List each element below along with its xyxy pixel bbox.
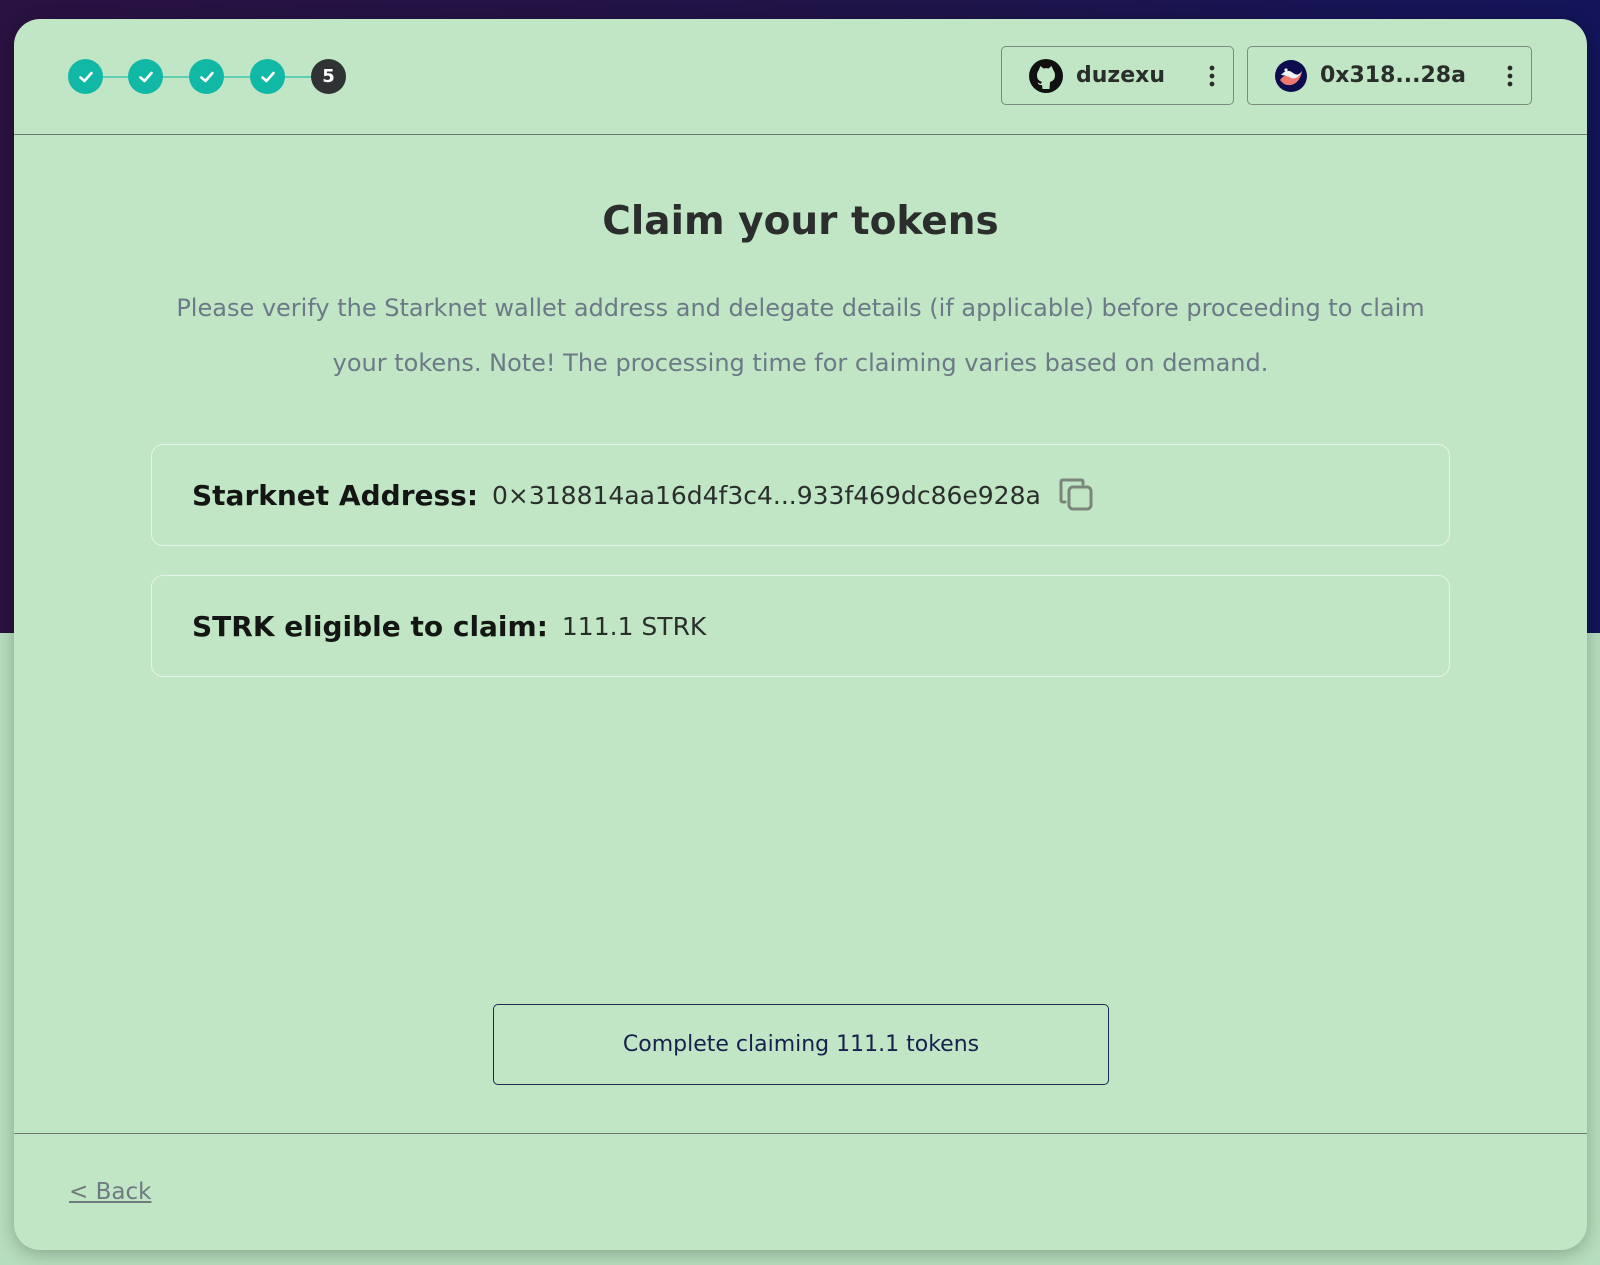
kebab-menu-icon[interactable]: [1507, 65, 1513, 87]
footer-divider: [14, 1133, 1587, 1134]
step-1-complete: [68, 59, 103, 94]
strk-eligible-row: STRK eligible to claim: 111.1 STRK: [151, 575, 1450, 677]
top-bar: 5 duzexu 0x318...28a: [14, 19, 1587, 135]
address-value: 0×318814aa16d4f3c4...933f469dc86e928a: [492, 480, 1041, 510]
step-3-complete: [189, 59, 224, 94]
copy-icon[interactable]: [1057, 475, 1097, 515]
wallet-account-button[interactable]: 0x318...28a: [1247, 46, 1532, 105]
eligible-value: 111.1 STRK: [561, 611, 707, 641]
eligible-label: STRK eligible to claim:: [192, 609, 548, 643]
address-label: Starknet Address:: [192, 478, 479, 512]
progress-stepper: 5: [68, 59, 368, 95]
check-icon: [199, 71, 214, 82]
complete-claim-button[interactable]: Complete claiming 111.1 tokens: [493, 1004, 1109, 1085]
starknet-logo-icon: [1275, 59, 1307, 92]
starknet-address-row: Starknet Address: 0×318814aa16d4f3c4...9…: [151, 444, 1450, 546]
github-username: duzexu: [1076, 63, 1165, 88]
claim-card: 5 duzexu 0x318...28a Claim your tokens P…: [14, 19, 1587, 1250]
step-number: 5: [322, 66, 335, 87]
github-icon: [1029, 58, 1063, 93]
wallet-address-short: 0x318...28a: [1320, 63, 1466, 88]
check-icon: [138, 71, 153, 82]
step-4-complete: [250, 59, 285, 94]
step-5-current: 5: [311, 59, 346, 94]
page-title: Claim your tokens: [602, 199, 999, 244]
kebab-menu-icon[interactable]: [1209, 65, 1215, 87]
back-link[interactable]: < Back: [69, 1179, 151, 1205]
page-subtitle: Please verify the Starknet wallet addres…: [176, 294, 1425, 377]
check-icon: [260, 71, 275, 82]
check-icon: [78, 71, 93, 82]
step-2-complete: [128, 59, 163, 94]
github-account-button[interactable]: duzexu: [1001, 46, 1234, 105]
